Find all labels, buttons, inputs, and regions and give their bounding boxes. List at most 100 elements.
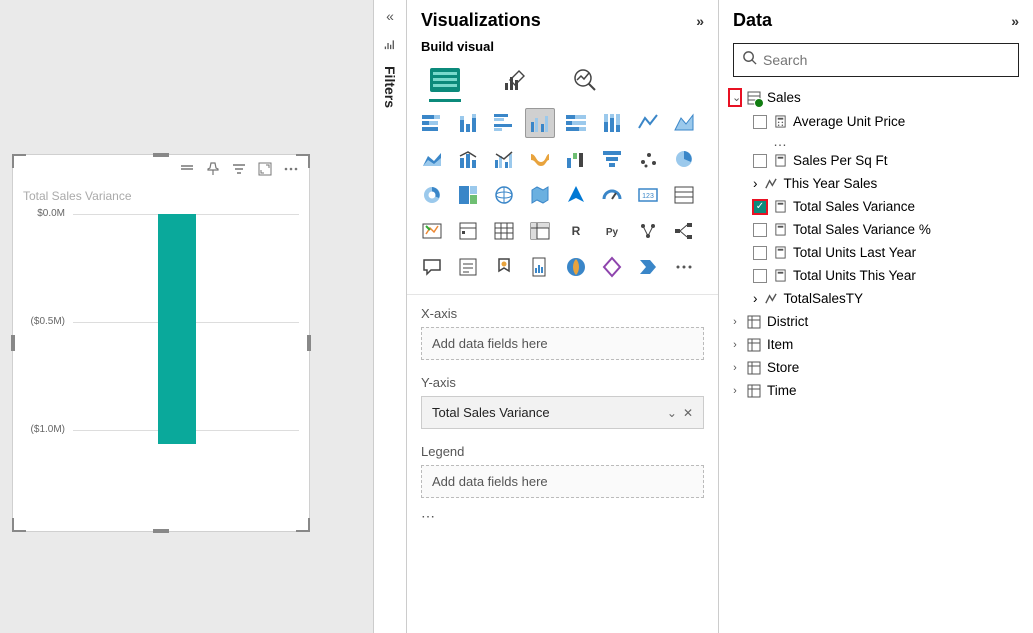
arcgis-map-icon[interactable] [561, 252, 591, 282]
filled-map-icon[interactable] [525, 180, 555, 210]
filters-pane-collapsed[interactable]: « Filters [373, 0, 407, 633]
field-row-total-sales-ty[interactable]: › TotalSalesTY [753, 287, 1025, 310]
chevron-right-icon[interactable]: › [729, 316, 741, 328]
key-influencers-icon[interactable] [633, 216, 663, 246]
goals-icon[interactable] [489, 252, 519, 282]
field-checkbox[interactable] [753, 246, 767, 260]
field-row-this-year-sales[interactable]: › This Year Sales [753, 172, 1025, 195]
stacked-column-chart-icon[interactable] [453, 108, 483, 138]
chart-visual-tile[interactable]: Total Sales Variance $0.0M ($0.5M) ($1.0… [12, 154, 310, 532]
waterfall-chart-icon[interactable] [561, 144, 591, 174]
funnel-chart-icon[interactable] [597, 144, 627, 174]
table-node-item[interactable]: › Item [727, 333, 1025, 356]
svg-text:R: R [572, 224, 581, 238]
search-input[interactable] [763, 52, 1010, 68]
paginated-report-icon[interactable] [525, 252, 555, 282]
y-axis-field-pill[interactable]: Total Sales Variance ⌄ ✕ [421, 396, 704, 429]
pin-icon[interactable] [205, 161, 221, 182]
field-row-total-sales-variance-pct[interactable]: Total Sales Variance % [753, 218, 1025, 241]
clustered-bar-chart-icon[interactable] [489, 108, 519, 138]
field-checkbox[interactable] [753, 154, 767, 168]
table-icon [747, 338, 761, 352]
resize-handle-bl[interactable] [12, 518, 26, 532]
table-node-district[interactable]: › District [727, 310, 1025, 333]
field-row-total-units-this-year[interactable]: Total Units This Year [753, 264, 1025, 287]
table-node-time[interactable]: › Time [727, 379, 1025, 402]
table-node-store[interactable]: › Store [727, 356, 1025, 379]
stacked-area-chart-icon[interactable] [417, 144, 447, 174]
resize-handle-bottom[interactable] [153, 529, 169, 533]
chart-bar[interactable] [158, 214, 196, 444]
chevron-right-icon[interactable]: › [729, 362, 741, 374]
hundred-stacked-column-icon[interactable] [597, 108, 627, 138]
remove-field-icon[interactable]: ✕ [683, 406, 693, 420]
line-chart-icon[interactable] [633, 108, 663, 138]
multi-row-card-icon[interactable] [669, 180, 699, 210]
scatter-chart-icon[interactable] [633, 144, 663, 174]
field-row-total-units-last-year[interactable]: Total Units Last Year [753, 241, 1025, 264]
legend-drop-zone[interactable]: Add data fields here [421, 465, 704, 498]
filter-icon[interactable] [231, 161, 247, 182]
power-automate-icon[interactable] [633, 252, 663, 282]
resize-handle-top[interactable] [153, 153, 169, 157]
smart-narrative-icon[interactable] [453, 252, 483, 282]
table-icon[interactable] [489, 216, 519, 246]
resize-handle-right[interactable] [307, 335, 311, 351]
chevron-right-icon[interactable]: › [753, 291, 758, 306]
field-label: Total Sales Variance [793, 199, 915, 214]
chevron-right-icon[interactable]: › [729, 385, 741, 397]
report-canvas[interactable]: Total Sales Variance $0.0M ($0.5M) ($1.0… [0, 0, 373, 633]
map-icon[interactable] [489, 180, 519, 210]
field-row-sales-per-sq-ft[interactable]: Sales Per Sq Ft [753, 149, 1025, 172]
resize-handle-tl[interactable] [12, 154, 26, 168]
azure-map-icon[interactable] [561, 180, 591, 210]
build-visual-tab[interactable] [427, 62, 463, 98]
fields-search-box[interactable] [733, 43, 1019, 77]
resize-handle-tr[interactable] [296, 154, 310, 168]
python-visual-icon[interactable]: Py [597, 216, 627, 246]
expand-filters-icon[interactable]: « [386, 8, 394, 24]
format-visual-tab[interactable] [497, 62, 533, 98]
field-row-total-sales-variance[interactable]: ✓ Total Sales Variance [753, 195, 1025, 218]
analytics-tab[interactable] [567, 62, 603, 98]
field-checkbox[interactable] [753, 269, 767, 283]
matrix-icon[interactable] [525, 216, 555, 246]
field-checkbox[interactable] [753, 115, 767, 129]
field-checkbox[interactable]: ✓ [753, 200, 767, 214]
treemap-icon[interactable] [453, 180, 483, 210]
line-stacked-column-icon[interactable] [453, 144, 483, 174]
more-indicator[interactable]: … [753, 133, 1025, 149]
chevron-down-icon[interactable]: ⌄ [667, 406, 677, 420]
donut-chart-icon[interactable] [417, 180, 447, 210]
slicer-icon[interactable] [453, 216, 483, 246]
focus-mode-icon[interactable] [257, 161, 273, 182]
clustered-column-chart-icon[interactable] [525, 108, 555, 138]
get-more-visuals-icon[interactable] [669, 252, 699, 282]
ribbon-chart-icon[interactable] [525, 144, 555, 174]
field-checkbox[interactable] [753, 223, 767, 237]
collapse-visualizations-icon[interactable]: » [696, 13, 704, 29]
hundred-stacked-bar-icon[interactable] [561, 108, 591, 138]
chevron-down-icon[interactable]: ⌄ [729, 89, 741, 106]
resize-handle-br[interactable] [296, 518, 310, 532]
power-apps-icon[interactable] [597, 252, 627, 282]
stacked-bar-chart-icon[interactable] [417, 108, 447, 138]
qa-visual-icon[interactable] [417, 252, 447, 282]
resize-handle-left[interactable] [11, 335, 15, 351]
decomposition-tree-icon[interactable] [669, 216, 699, 246]
table-node-sales[interactable]: ⌄ Sales [727, 85, 1025, 110]
chevron-right-icon[interactable]: › [753, 176, 758, 191]
x-axis-drop-zone[interactable]: Add data fields here [421, 327, 704, 360]
collapse-data-pane-icon[interactable]: » [1011, 13, 1019, 29]
more-field-wells-icon[interactable]: ⋯ [407, 502, 718, 531]
chevron-right-icon[interactable]: › [729, 339, 741, 351]
drag-handle-icon[interactable] [179, 161, 195, 182]
gauge-icon[interactable] [597, 180, 627, 210]
field-row-average-unit-price[interactable]: Average Unit Price [753, 110, 1025, 133]
area-chart-icon[interactable] [669, 108, 699, 138]
r-visual-icon[interactable]: R [561, 216, 591, 246]
line-clustered-column-icon[interactable] [489, 144, 519, 174]
card-icon[interactable]: 123 [633, 180, 663, 210]
kpi-icon[interactable] [417, 216, 447, 246]
pie-chart-icon[interactable] [669, 144, 699, 174]
